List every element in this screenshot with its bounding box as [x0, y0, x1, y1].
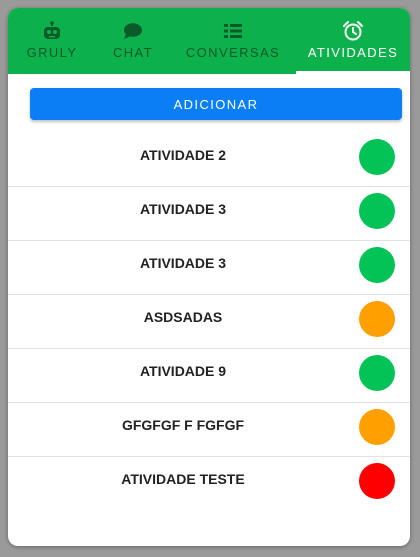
activity-title: ATIVIDADE 3: [139, 201, 227, 217]
status-indicator: [359, 355, 395, 391]
tab-bar: GRULY CHAT CONVERSAS ATIVIDADES: [8, 8, 410, 74]
activity-title: ATIVIDADE TESTE: [121, 471, 245, 487]
chat-bubble-icon: [123, 20, 143, 42]
activity-list: ATIVIDADE 2 ATIVIDADE 3 ATIVIDADE 3 ASDSADA…: [8, 133, 410, 510]
tab-atividades[interactable]: ATIVIDADES: [296, 8, 410, 74]
status-indicator: [359, 139, 395, 175]
tab-conversas[interactable]: CONVERSAS: [170, 8, 296, 74]
status-indicator: [359, 247, 395, 283]
tab-label: CHAT: [112, 45, 154, 60]
status-indicator: [359, 193, 395, 229]
status-indicator: [359, 463, 395, 499]
activity-title: ATIVIDADE 2: [139, 147, 227, 163]
tab-label: GRULY: [26, 45, 78, 60]
activity-row[interactable]: ATIVIDADE 9: [8, 349, 410, 403]
add-activity-button[interactable]: ADICIONAR: [30, 88, 402, 120]
status-indicator: [359, 409, 395, 445]
tab-gruly[interactable]: GRULY: [8, 8, 96, 74]
tab-chat[interactable]: CHAT: [96, 8, 170, 74]
robot-icon: [42, 20, 62, 42]
activity-row[interactable]: ASDSADAS: [8, 295, 410, 349]
activity-row[interactable]: ATIVIDADE TESTE: [8, 457, 410, 510]
activity-row[interactable]: ATIVIDADE 3: [8, 241, 410, 295]
activity-row[interactable]: GFGFGF F FGFGF: [8, 403, 410, 457]
status-indicator: [359, 301, 395, 337]
activity-title: ATIVIDADE 3: [139, 255, 227, 271]
activity-title: GFGFGF F FGFGF: [121, 417, 245, 433]
activity-row[interactable]: ATIVIDADE 3: [8, 187, 410, 241]
tab-label: ATIVIDADES: [307, 45, 399, 60]
activity-title: ASDSADAS: [143, 309, 223, 325]
activity-row[interactable]: ATIVIDADE 2: [8, 133, 410, 187]
list-icon: [224, 20, 242, 42]
activities-panel: GRULY CHAT CONVERSAS ATIVIDADES ADICIONA…: [8, 8, 410, 546]
activity-title: ATIVIDADE 9: [139, 363, 227, 379]
alarm-clock-icon: [342, 20, 364, 42]
tab-label: CONVERSAS: [185, 45, 281, 60]
